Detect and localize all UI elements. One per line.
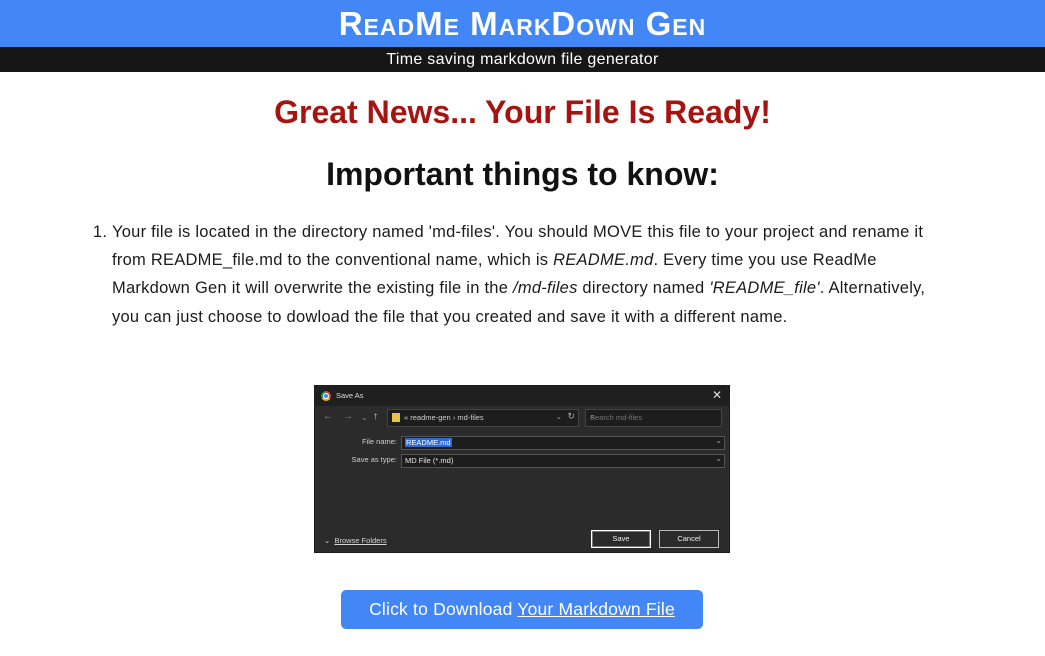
refresh-icon: ↻ (567, 411, 575, 421)
step-emphasis: /md-files (513, 279, 578, 298)
section-title: Important things to know: (326, 156, 719, 192)
chevron-down-icon: ⌄ (555, 412, 562, 421)
download-prefix: Click to Download (369, 599, 518, 619)
browse-folders-label: Browse Folders (334, 536, 387, 545)
step-emphasis: 'README_file' (709, 279, 820, 298)
up-arrow-icon: ↑ (373, 411, 378, 422)
site-subtitle: Time saving markdown file generator (0, 47, 1045, 72)
address-path: « readme-gen › md-files (404, 413, 484, 422)
dialog-titlebar: Save As ✕ (315, 386, 729, 406)
back-arrow-icon: ← (323, 411, 333, 422)
close-icon: ✕ (711, 388, 722, 402)
address-bar: « readme-gen › md-files ⌄ ↻ (387, 409, 579, 427)
step-emphasis: README.md (553, 251, 654, 270)
search-icon: ⌕ (590, 411, 596, 421)
forward-arrow-icon: → (343, 411, 353, 422)
file-name-label: File name: (361, 437, 397, 446)
site-title: ReadMe MarkDown Gen (338, 5, 707, 42)
dialog-navbar: ← → ⌄ ↑ « readme-gen › md-files ⌄ ↻ Sear… (315, 406, 729, 430)
search-box: Search md-files ⌕ (585, 409, 722, 427)
list-item: Your file is located in the directory na… (112, 218, 932, 331)
save-type-label: Save as type: (351, 455, 397, 464)
chevron-down-icon: ⌄ (324, 536, 331, 545)
download-link[interactable]: Your Markdown File (517, 599, 675, 619)
dialog-cancel-button: Cancel (659, 530, 719, 548)
save-as-dialog-screenshot: Save As ✕ ← → ⌄ ↑ « readme-gen › md-file… (315, 386, 729, 552)
step-text: directory named (577, 279, 710, 298)
file-name-value: README.md (405, 438, 452, 447)
chevron-down-icon: ⌄ (715, 436, 722, 445)
save-type-field: MD File (*.md) ⌄ (401, 454, 725, 468)
dialog-save-button: Save (591, 530, 651, 548)
save-type-value: MD File (*.md) (405, 456, 454, 465)
file-name-field: README.md ⌄ (401, 436, 725, 450)
browse-folders-toggle: ⌄ Browse Folders (324, 536, 387, 545)
success-headline: Great News... Your File Is Ready! (274, 94, 771, 130)
dialog-title: Save As (336, 391, 364, 400)
download-button[interactable]: Click to Download Your Markdown File (341, 590, 703, 629)
site-header: ReadMe MarkDown Gen (0, 0, 1045, 47)
chevron-down-icon: ⌄ (715, 454, 722, 463)
chrome-icon (321, 391, 331, 401)
chevron-down-icon: ⌄ (361, 413, 368, 422)
instructions-list: Your file is located in the directory na… (112, 218, 932, 331)
folder-icon (392, 413, 400, 422)
